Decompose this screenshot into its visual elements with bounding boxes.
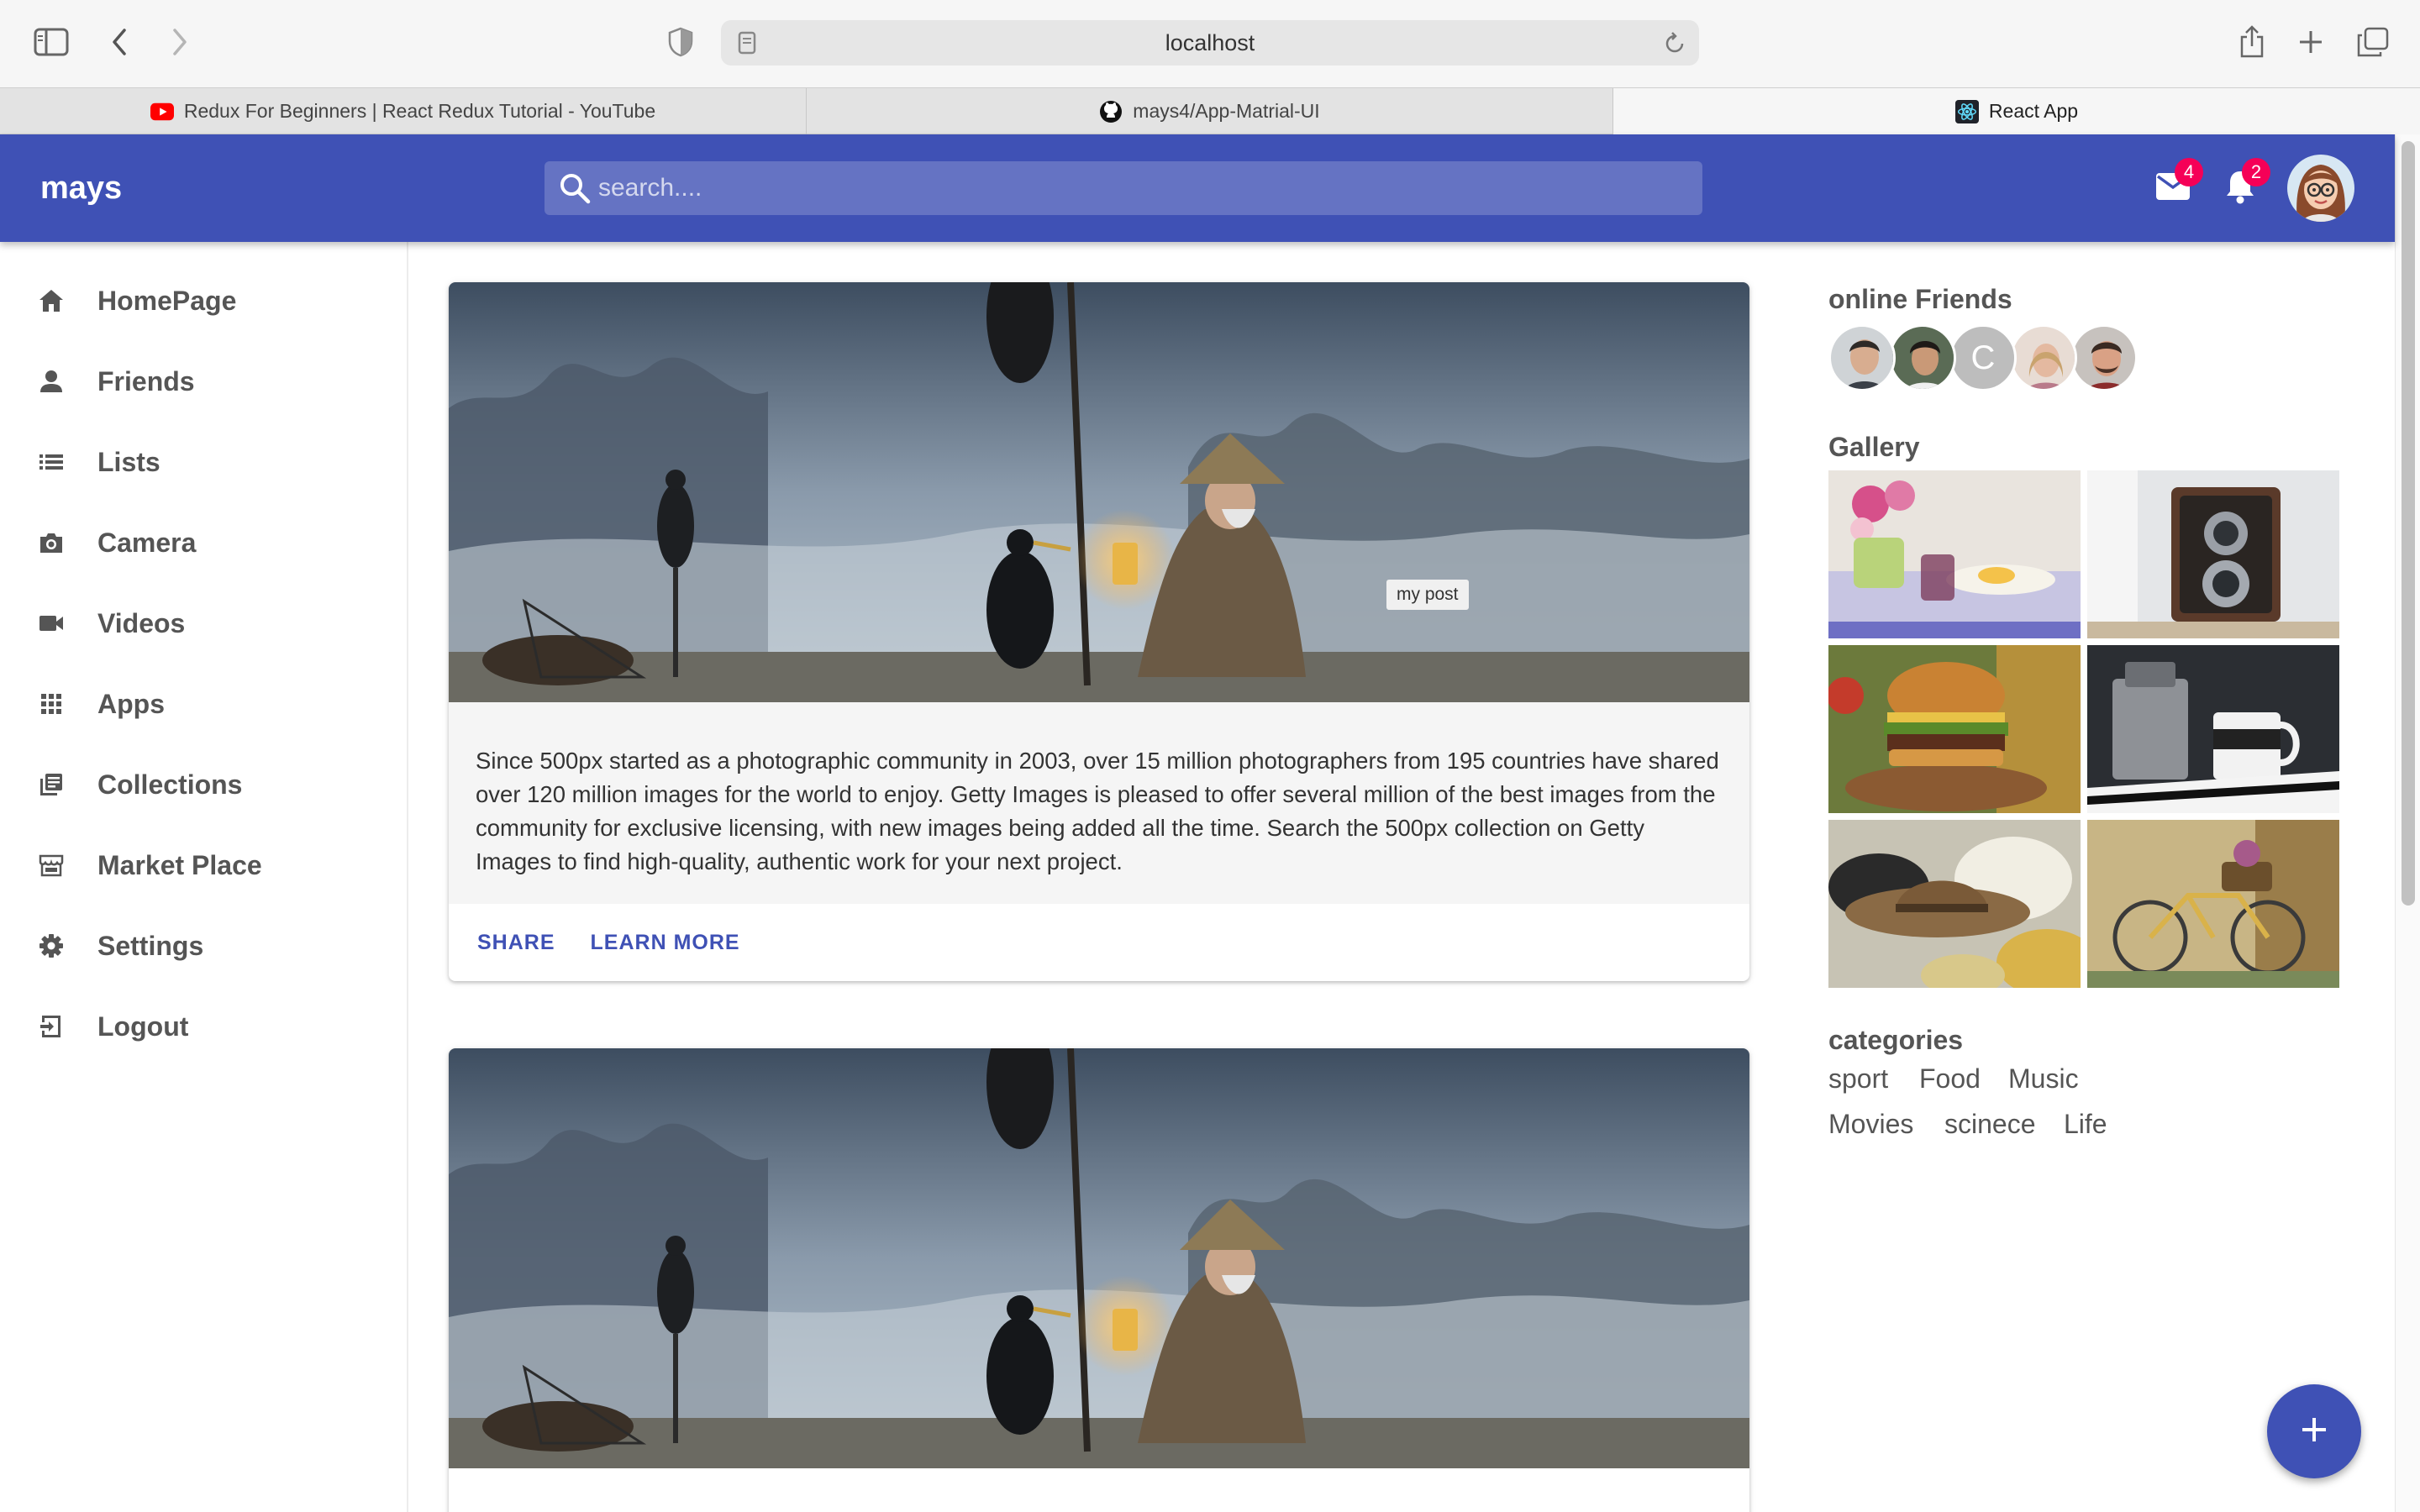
tab-title: mays4/App-Matrial-UI (1133, 100, 1320, 122)
add-icon (2299, 1415, 2329, 1449)
logout-icon (34, 1009, 69, 1044)
list-icon (34, 444, 69, 480)
tab-title: Redux For Beginners | React Redux Tutori… (183, 100, 656, 122)
gallery-image-vintage-camera[interactable] (2087, 470, 2339, 638)
privacy-shield-icon[interactable] (666, 25, 696, 59)
tab-overview-icon[interactable] (2354, 25, 2391, 59)
app-bar: mays 4 2 (0, 134, 2395, 242)
sidebar-item-label: Collections (97, 769, 243, 800)
mail-badge: 4 (2175, 158, 2203, 186)
friend-avatar[interactable] (1889, 324, 1956, 391)
camera-icon (34, 525, 69, 560)
tab-github[interactable]: mays4/App-Matrial-UI (807, 88, 1613, 134)
sidebar-item-label: Lists (97, 446, 160, 477)
sidebar-item-label: Logout (97, 1011, 189, 1042)
sidebar-item-videos[interactable]: Videos (34, 590, 387, 657)
post-card (449, 1048, 1749, 1512)
sidebar-item-label: Market Place (97, 849, 262, 880)
share-button[interactable]: SHARE (464, 922, 569, 963)
sidebar-item-label: Settings (97, 930, 204, 961)
gallery-title: Gallery (1828, 432, 1920, 462)
github-icon (1099, 100, 1123, 123)
address-bar[interactable]: localhost (721, 20, 1699, 66)
tab-youtube[interactable]: Redux For Beginners | React Redux Tutori… (0, 88, 807, 134)
search-icon (550, 163, 600, 213)
categories-title: categories (1828, 1025, 1964, 1055)
forward-icon[interactable] (165, 25, 195, 59)
sidebar-item-collections[interactable]: Collections (34, 751, 387, 818)
gallery-image-burger[interactable] (1828, 645, 2081, 813)
friend-avatar[interactable] (1828, 324, 1896, 391)
share-icon[interactable] (2235, 22, 2269, 60)
friend-avatar[interactable]: C (1949, 324, 2017, 391)
mail-button[interactable]: 4 (2139, 155, 2207, 222)
sidebar-item-label: HomePage (97, 285, 237, 316)
user-avatar[interactable] (2287, 155, 2354, 222)
home-icon (34, 283, 69, 318)
post-card: my post Since 500px started as a photogr… (449, 282, 1749, 981)
category-link[interactable]: Food (1919, 1063, 1981, 1095)
sidebar-item-camera[interactable]: Camera (34, 509, 387, 576)
browser-toolbar: localhost (0, 0, 2420, 87)
notifications-button[interactable]: 2 (2207, 155, 2274, 222)
brand-logo[interactable]: mays (40, 134, 122, 242)
category-link[interactable]: sport (1828, 1063, 1888, 1095)
new-tab-icon[interactable] (2294, 25, 2328, 59)
category-link[interactable]: scinece (1944, 1109, 2036, 1140)
back-icon[interactable] (104, 25, 134, 59)
post-image[interactable]: my post (449, 282, 1749, 702)
sidebar-item-homepage[interactable]: HomePage (34, 267, 387, 334)
learn-more-button[interactable]: LEARN MORE (577, 922, 754, 963)
sidebar-item-lists[interactable]: Lists (34, 428, 387, 496)
sidebar-toggle-icon[interactable] (32, 25, 71, 59)
online-friends-title: online Friends (1828, 284, 2012, 314)
gallery-image-hats[interactable] (1828, 820, 2081, 988)
sidebar-item-label: Camera (97, 527, 197, 558)
search-box (544, 161, 1702, 215)
tab-title: React App (1988, 100, 2079, 122)
url-text: localhost (1165, 30, 1255, 55)
sidebar-item-logout[interactable]: Logout (34, 993, 387, 1060)
friend-initial: C (1970, 339, 1996, 376)
settings-icon (34, 928, 69, 963)
left-sidebar: HomePage Friends Lists Camera Videos App… (0, 242, 408, 1512)
notification-badge: 2 (2242, 158, 2270, 186)
sidebar-item-friends[interactable]: Friends (34, 348, 387, 415)
sidebar-item-apps[interactable]: Apps (34, 670, 387, 738)
videocam-icon (34, 606, 69, 641)
post-actions: SHARE LEARN MORE (449, 904, 1749, 981)
person-icon (34, 364, 69, 399)
category-link[interactable]: Life (2064, 1109, 2107, 1140)
sidebar-item-label: Friends (97, 365, 195, 396)
gallery-image-coffee-mug[interactable] (2087, 645, 2339, 813)
category-link[interactable]: Music (2008, 1063, 2079, 1095)
sidebar-item-settings[interactable]: Settings (34, 912, 387, 979)
friend-avatar[interactable] (2070, 324, 2138, 391)
collections-icon (34, 767, 69, 802)
sidebar-item-market-place[interactable]: Market Place (34, 832, 387, 899)
scrollbar[interactable] (2395, 134, 2420, 1512)
add-post-button[interactable] (2267, 1384, 2361, 1478)
gallery-image-flowers-breakfast[interactable] (1828, 470, 2081, 638)
storefront-icon (34, 848, 69, 883)
friend-avatar[interactable] (2010, 324, 2077, 391)
scrollbar-thumb[interactable] (2402, 141, 2415, 906)
react-icon (1954, 99, 1979, 123)
image-tooltip: my post (1386, 580, 1469, 610)
search-input[interactable] (598, 161, 1691, 215)
gallery-image-bicycle[interactable] (2087, 820, 2339, 988)
post-text: Since 500px started as a photographic co… (449, 702, 1749, 904)
category-link[interactable]: Movies (1828, 1109, 1913, 1140)
tab-strip: Redux For Beginners | React Redux Tutori… (0, 87, 2420, 134)
youtube-icon (150, 100, 174, 123)
reload-icon[interactable] (1662, 30, 1687, 55)
post-image[interactable] (449, 1048, 1749, 1468)
tab-react-app[interactable]: React App (1613, 88, 2420, 134)
sidebar-item-label: Apps (97, 688, 165, 719)
sidebar-item-label: Videos (97, 607, 186, 638)
apps-icon (34, 686, 69, 722)
